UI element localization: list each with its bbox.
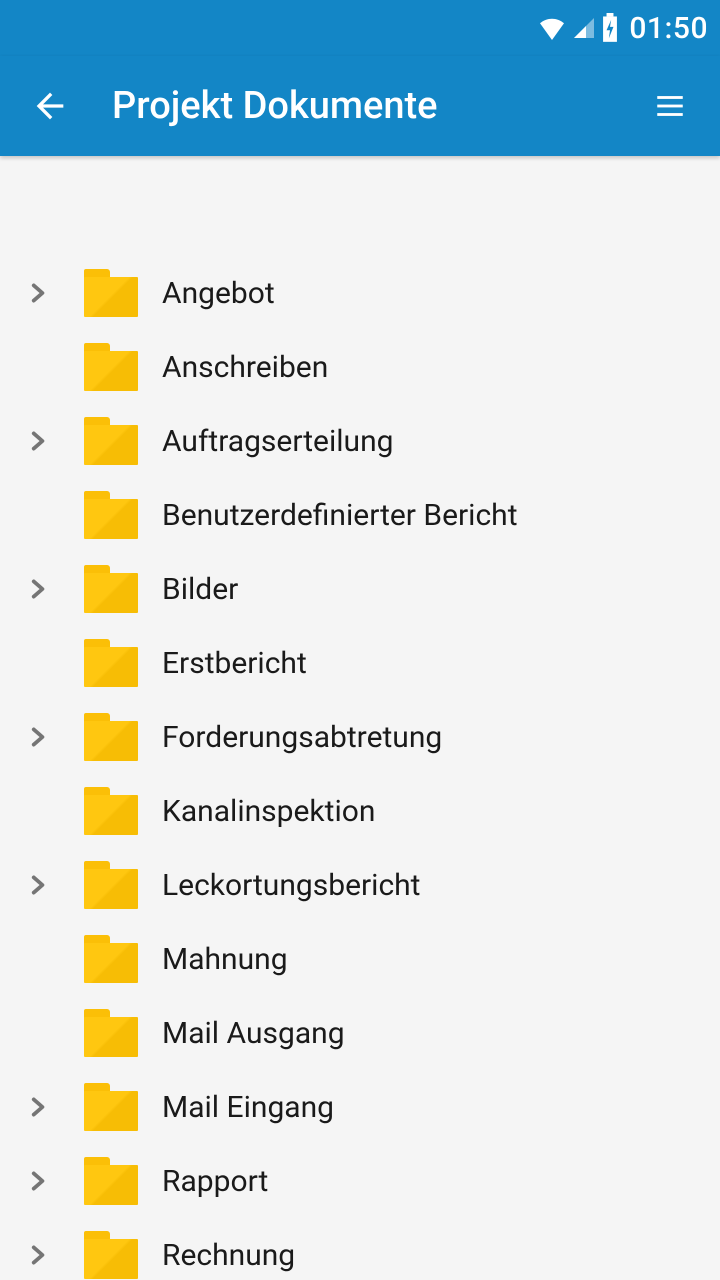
expand-toggle[interactable] [24, 724, 84, 750]
folder-row[interactable]: Angebot [0, 256, 720, 330]
menu-button[interactable] [640, 76, 700, 136]
folder-icon [84, 1083, 138, 1131]
folder-row[interactable]: Erstbericht [0, 626, 720, 700]
content-area: Angebot Anschreiben Auftragserteilung Benut… [0, 156, 720, 1280]
chevron-right-icon [24, 280, 50, 306]
folder-label: Benutzerdefinierter Bericht [162, 498, 518, 533]
folder-label: Bilder [162, 572, 238, 607]
folder-icon [84, 1231, 138, 1279]
app-bar: Projekt Dokumente [0, 56, 720, 156]
folder-row[interactable]: Mail Eingang [0, 1070, 720, 1144]
folder-row[interactable]: Bilder [0, 552, 720, 626]
chevron-right-icon [24, 1242, 50, 1268]
hamburger-icon [653, 89, 687, 123]
expand-toggle[interactable] [24, 1242, 84, 1268]
folder-label: Kanalinspektion [162, 794, 375, 829]
folder-icon [84, 269, 138, 317]
folder-row[interactable]: Anschreiben [0, 330, 720, 404]
chevron-right-icon [24, 1094, 50, 1120]
folder-label: Rapport [162, 1164, 268, 1199]
folder-label: Mahnung [162, 942, 288, 977]
folder-icon [84, 639, 138, 687]
folder-icon [84, 343, 138, 391]
chevron-right-icon [24, 724, 50, 750]
status-time: 01:50 [629, 11, 708, 46]
folder-label: Angebot [162, 276, 275, 311]
folder-row[interactable]: Rapport [0, 1144, 720, 1218]
folder-row[interactable]: Forderungsabtretung [0, 700, 720, 774]
folder-icon [84, 787, 138, 835]
folder-row[interactable]: Kanalinspektion [0, 774, 720, 848]
chevron-right-icon [24, 576, 50, 602]
chevron-right-icon [24, 872, 50, 898]
chevron-right-icon [24, 428, 50, 454]
folder-label: Forderungsabtretung [162, 720, 442, 755]
folder-icon [84, 935, 138, 983]
folder-label: Mail Eingang [162, 1090, 334, 1125]
expand-toggle[interactable] [24, 280, 84, 306]
expand-toggle[interactable] [24, 576, 84, 602]
folder-row[interactable]: Leckortungsbericht [0, 848, 720, 922]
expand-toggle[interactable] [24, 1094, 84, 1120]
expand-toggle[interactable] [24, 1168, 84, 1194]
folder-row[interactable]: Mahnung [0, 922, 720, 996]
back-button[interactable] [20, 76, 80, 136]
chevron-right-icon [24, 1168, 50, 1194]
folder-label: Rechnung [162, 1238, 295, 1273]
folder-label: Erstbericht [162, 646, 307, 681]
folder-label: Auftragserteilung [162, 424, 394, 459]
cell-signal-icon [571, 16, 597, 40]
folder-icon [84, 491, 138, 539]
folder-row[interactable]: Rechnung [0, 1218, 720, 1280]
folder-row[interactable]: Mail Ausgang [0, 996, 720, 1070]
folder-icon [84, 1009, 138, 1057]
folder-icon [84, 417, 138, 465]
folder-list: Angebot Anschreiben Auftragserteilung Benut… [0, 256, 720, 1280]
folder-label: Leckortungsbericht [162, 868, 421, 903]
arrow-left-icon [30, 86, 70, 126]
folder-label: Mail Ausgang [162, 1016, 345, 1051]
folder-row[interactable]: Benutzerdefinierter Bericht [0, 478, 720, 552]
folder-icon [84, 1157, 138, 1205]
folder-row[interactable]: Auftragserteilung [0, 404, 720, 478]
folder-icon [84, 713, 138, 761]
expand-toggle[interactable] [24, 428, 84, 454]
folder-icon [84, 861, 138, 909]
folder-label: Anschreiben [162, 350, 328, 385]
battery-charging-icon [601, 13, 619, 43]
folder-icon [84, 565, 138, 613]
status-bar: 01:50 [0, 0, 720, 56]
page-title: Projekt Dokumente [112, 84, 640, 128]
wifi-icon [537, 16, 567, 40]
expand-toggle[interactable] [24, 872, 84, 898]
status-icons [537, 13, 619, 43]
